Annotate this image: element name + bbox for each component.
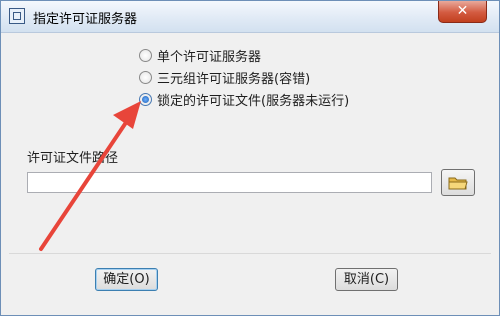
license-server-dialog: 指定许可证服务器 ✕ 单个许可证服务器 三元组许可证服务器(容错) 锁定的许可证… [0, 0, 500, 316]
annotation-arrow [39, 101, 141, 251]
